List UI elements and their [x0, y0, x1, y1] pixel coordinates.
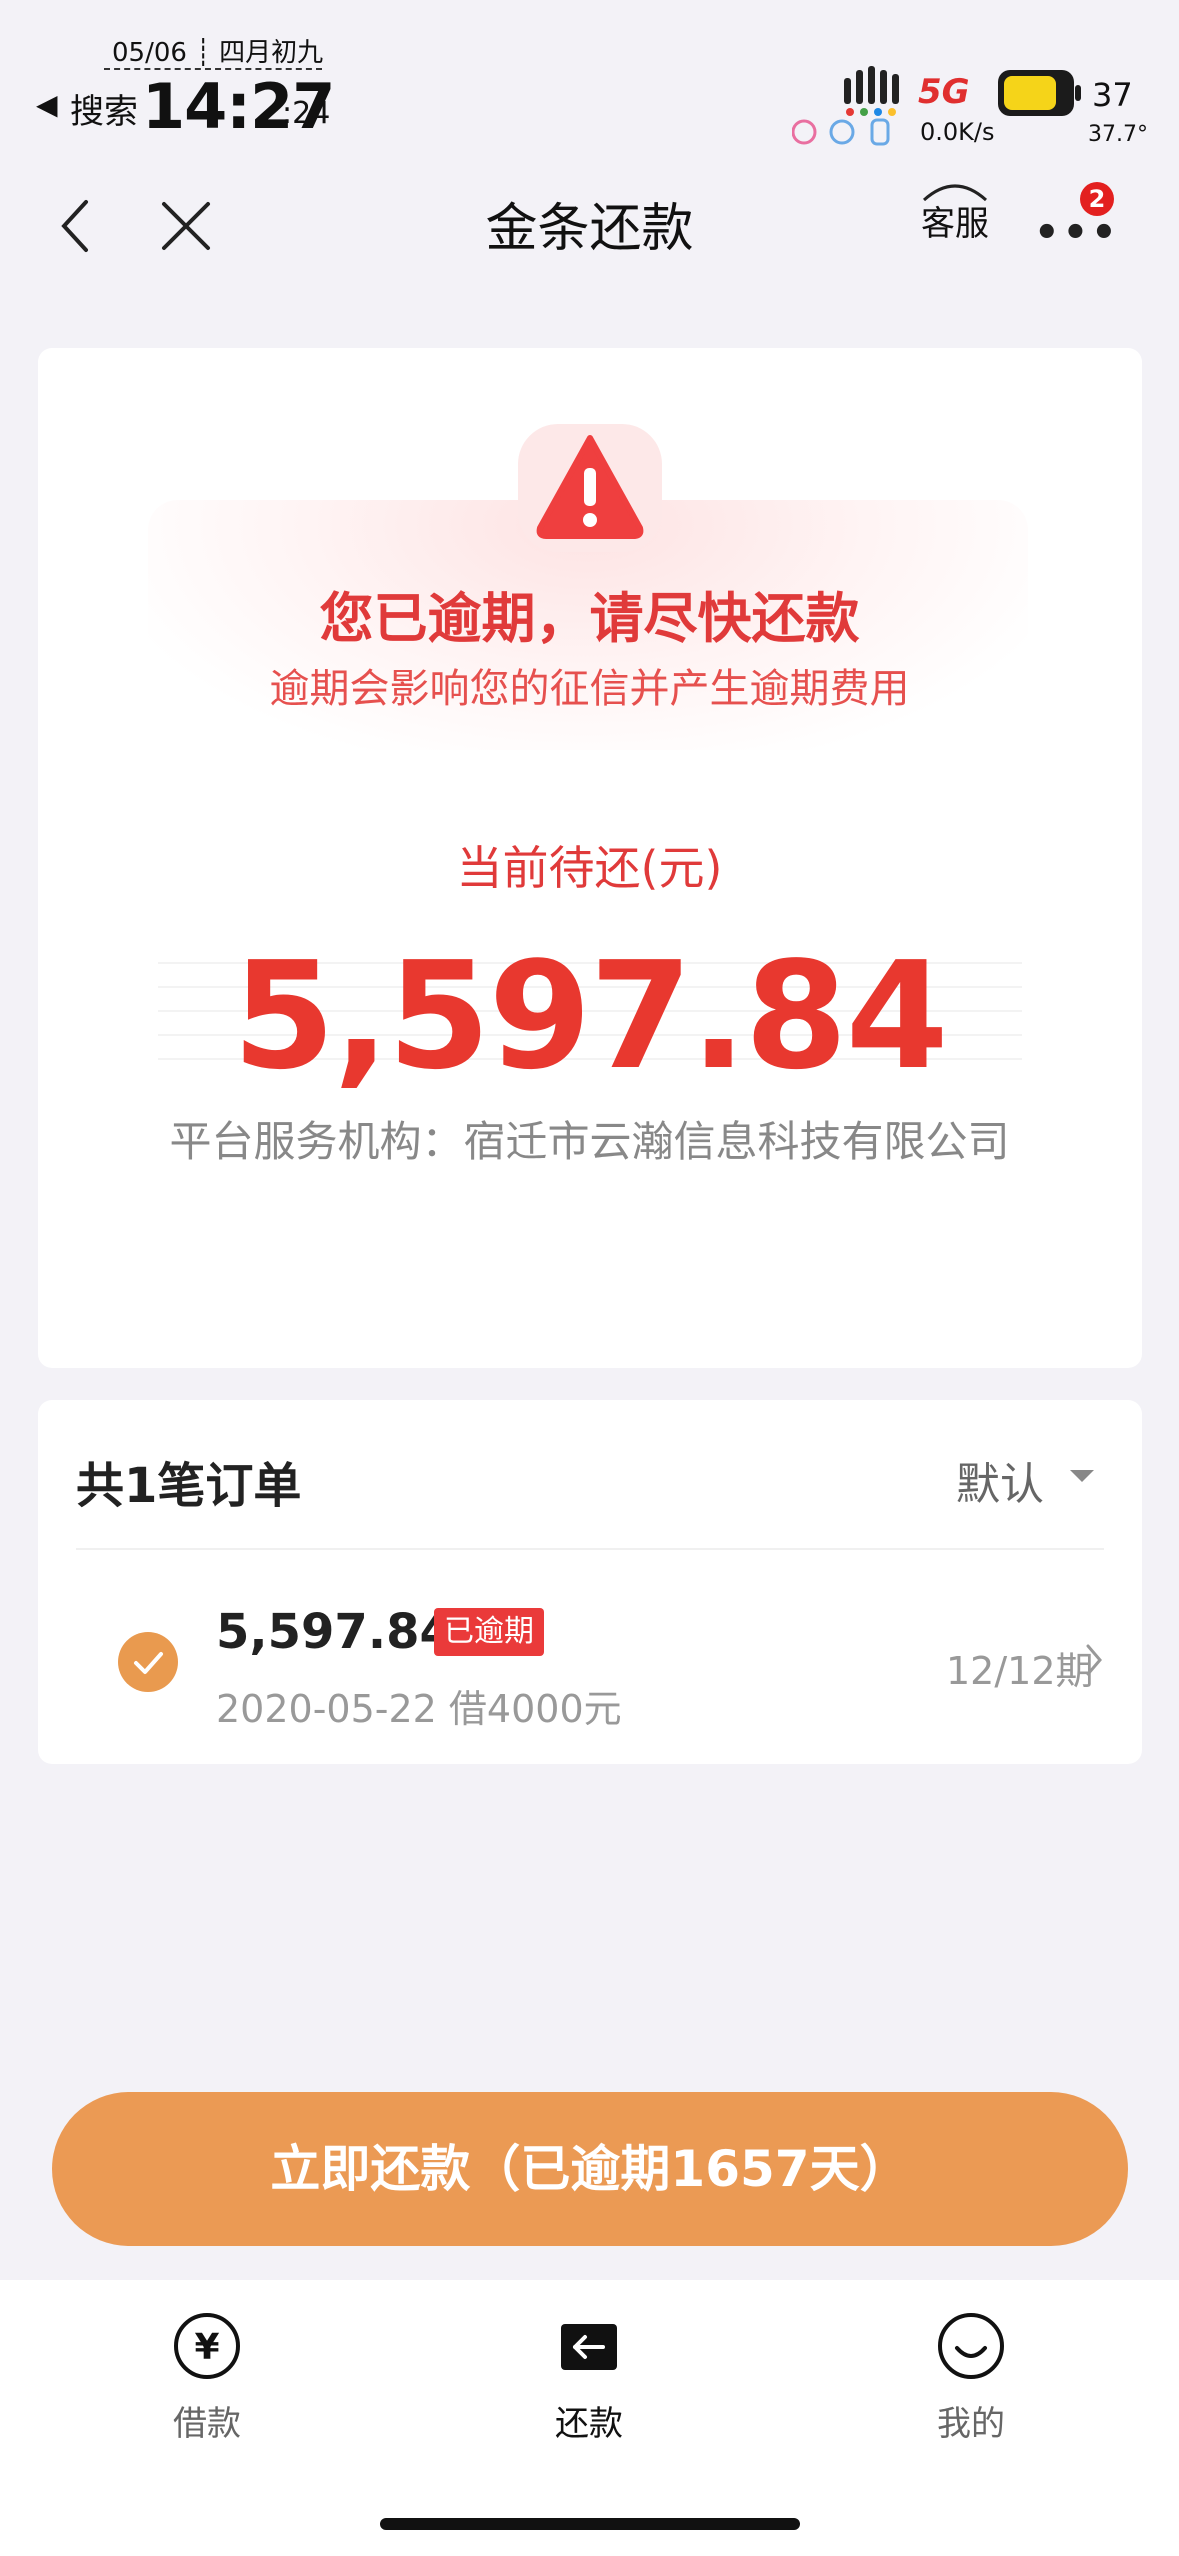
battery-icon: [998, 70, 1081, 116]
more-options-button[interactable]: •••: [1034, 210, 1120, 256]
service-institution-text: 平台服务机构：宿迁市云瀚信息科技有限公司: [169, 1117, 1010, 1166]
network-speed: 0.0K/s: [920, 118, 995, 146]
sort-dropdown-label[interactable]: 默认: [956, 1448, 1044, 1512]
headset-icon: [922, 184, 988, 202]
order-checkbox-checked[interactable]: [118, 1632, 178, 1692]
order-period[interactable]: 12/12期: [946, 1640, 1094, 1695]
yen-circle-icon: ¥: [174, 2313, 240, 2379]
device-temperature: 37.7°: [1088, 122, 1148, 147]
back-to-app-label[interactable]: 搜索: [70, 84, 138, 133]
warning-icon: [518, 424, 662, 552]
repay-arrow-icon: [561, 2324, 617, 2370]
order-detail[interactable]: 2020-05-22 借4000元: [216, 1678, 622, 1733]
status-seconds: :24: [282, 96, 331, 131]
tab-mine-label: 我的: [937, 2404, 1005, 2444]
chevron-right-icon[interactable]: [1082, 1642, 1106, 1678]
notification-badge: 2: [1080, 182, 1114, 216]
orders-divider: [76, 1548, 1104, 1550]
status-small-icons: [792, 118, 890, 146]
battery-level: 37: [1092, 76, 1133, 114]
repay-now-button[interactable]: 立即还款（已逾期1657天）: [52, 2092, 1128, 2246]
customer-service-button[interactable]: 客服: [918, 184, 992, 245]
amount-due-value: 5,597.84: [232, 930, 948, 1102]
status-date: 05/06 ┊ 四月初九: [112, 38, 324, 68]
customer-service-label: 客服: [921, 204, 989, 244]
checkmark-icon: [134, 1652, 163, 1674]
tab-repay-label: 还款: [555, 2404, 623, 2444]
home-indicator[interactable]: [380, 2518, 800, 2530]
tab-borrow[interactable]: ¥ 借款: [107, 2310, 307, 2445]
svg-text:¥: ¥: [194, 2327, 219, 2368]
tab-borrow-label: 借款: [173, 2404, 241, 2444]
overdue-warning-subtitle: 逾期会影响您的征信并产生逾期费用: [269, 666, 910, 712]
page-title: 金条还款: [485, 199, 694, 259]
order-amount[interactable]: 5,597.84: [216, 1604, 453, 1660]
amount-due-label: 当前待还(元): [456, 841, 723, 895]
signal-bars-icon: [844, 66, 899, 116]
network-type: 5G: [918, 72, 970, 112]
overdue-status-badge: 已逾期: [434, 1608, 544, 1656]
smile-icon: [938, 2313, 1004, 2379]
orders-count-title: 共1笔订单: [76, 1458, 302, 1514]
tab-mine[interactable]: 我的: [871, 2310, 1071, 2445]
overdue-warning-title: 您已逾期，请尽快还款: [319, 587, 860, 650]
back-to-app-indicator[interactable]: ◀: [36, 88, 58, 121]
tab-repay[interactable]: 还款: [489, 2310, 689, 2445]
caret-down-icon[interactable]: [1070, 1470, 1094, 1482]
